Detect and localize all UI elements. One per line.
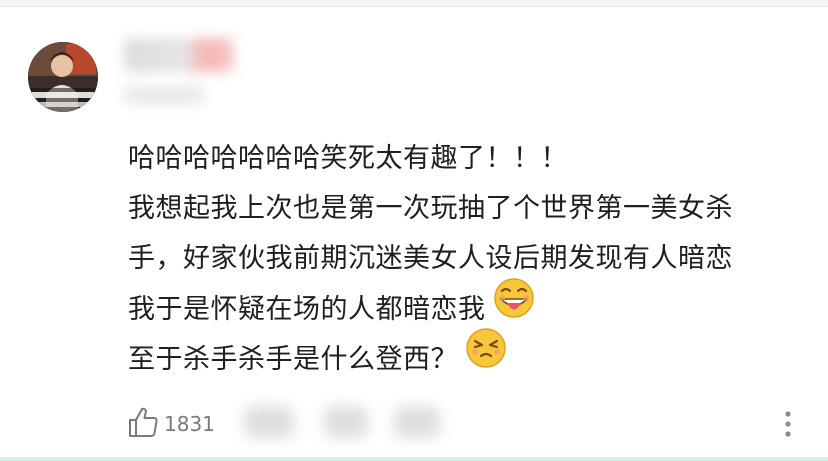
comment-line-5-text: 至于杀手杀手是什么登西？ <box>128 344 458 375</box>
comment-actions: 1831 <box>126 402 816 446</box>
comment-line-3: 手，好家伙我前期沉迷美女人设后期发现有人暗恋 <box>128 243 733 274</box>
comment-text: 哈哈哈哈哈哈哈笑死太有趣了！！！ 我想起我上次也是第一次玩抽了个世界第一美女杀 … <box>128 134 798 384</box>
squinting-pout-emoji-icon <box>464 326 508 387</box>
comment-line-1: 哈哈哈哈哈哈哈笑死太有趣了！！！ <box>128 143 568 174</box>
blurred-action-2[interactable] <box>324 406 368 438</box>
user-meta-blurred <box>124 86 204 104</box>
avatar[interactable] <box>28 42 98 112</box>
blurred-action-1[interactable] <box>244 406 294 438</box>
comment-line-5: 至于杀手杀手是什么登西？ <box>128 328 798 384</box>
bottom-accent-bar <box>0 457 828 461</box>
blurred-action-3[interactable] <box>394 406 440 438</box>
like-button[interactable]: 1831 <box>126 406 215 442</box>
user-name-blurred[interactable] <box>124 38 234 72</box>
more-button[interactable] <box>778 406 798 442</box>
top-divider <box>0 0 828 7</box>
comment-line-4-text: 我于是怀疑在场的人都暗恋我 <box>128 294 486 325</box>
more-vertical-icon <box>778 411 798 446</box>
thumbs-up-icon <box>126 405 160 443</box>
comment-line-4: 我于是怀疑在场的人都暗恋我 <box>128 278 798 334</box>
like-count: 1831 <box>164 412 215 436</box>
comment-line-2: 我想起我上次也是第一次玩抽了个世界第一美女杀 <box>128 193 733 224</box>
